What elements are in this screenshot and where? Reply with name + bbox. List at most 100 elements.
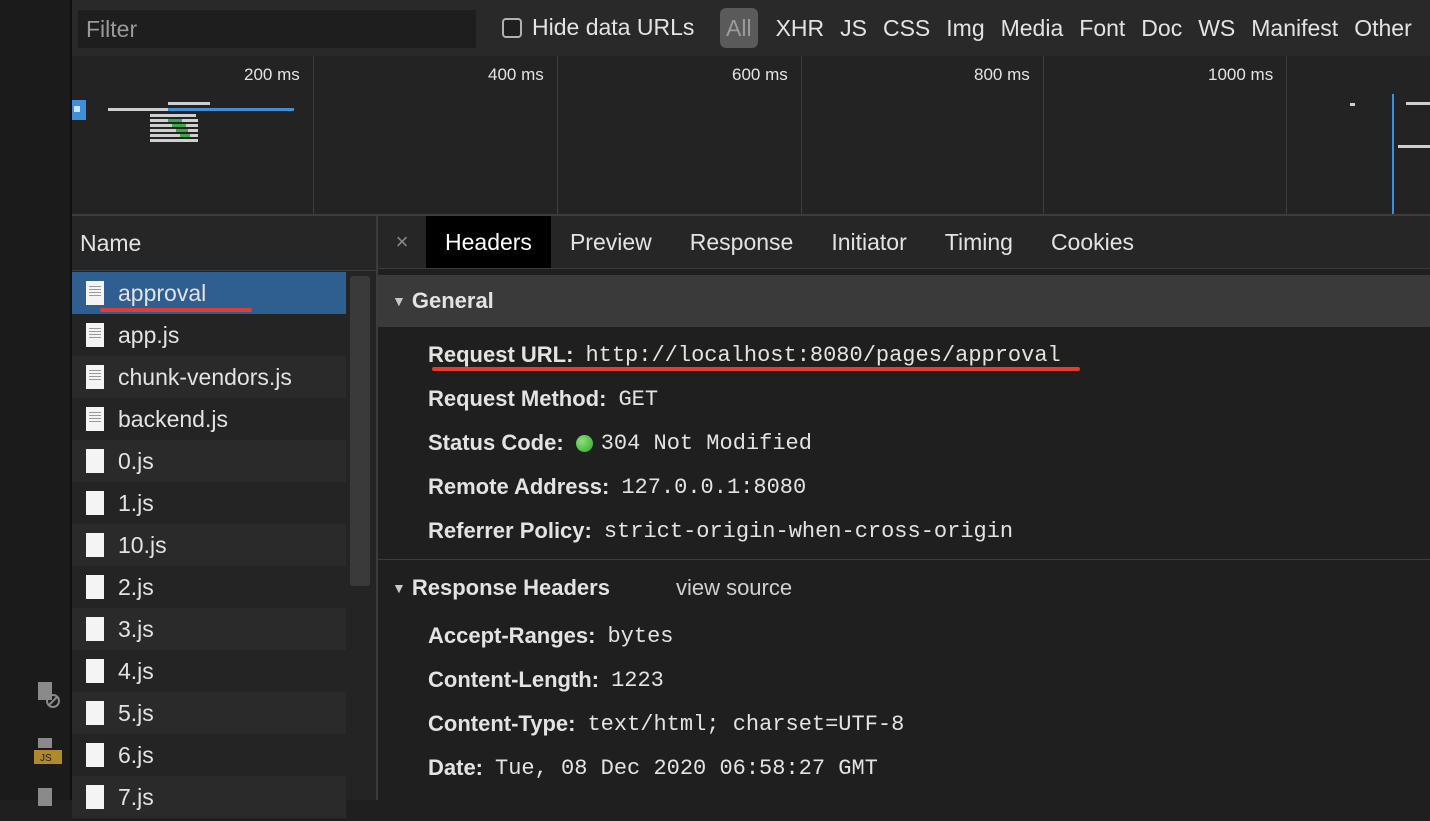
tick-label: 600 ms [732, 65, 788, 84]
filter-media[interactable]: Media [993, 8, 1072, 48]
request-row[interactable]: 0.js [72, 440, 346, 482]
hide-data-urls-checkbox[interactable] [502, 17, 522, 38]
waterfall-bar [150, 139, 198, 142]
waterfall-bar [1406, 102, 1430, 105]
response-headers-title: Response Headers [411, 575, 610, 600]
request-row[interactable]: 2.js [72, 566, 346, 608]
request-row[interactable]: 4.js [72, 650, 346, 692]
referrer-policy-row: Referrer Policy: strict-origin-when-cros… [378, 509, 1430, 553]
filter-ws[interactable]: WS [1190, 8, 1243, 48]
waterfall-bar [168, 108, 294, 111]
details-tabs: × Headers Preview Response Initiator Tim… [378, 216, 1430, 269]
blocked-file-icon[interactable] [34, 680, 62, 710]
timeline-overview[interactable]: 200 ms 400 ms 600 ms 800 ms 1000 ms [72, 56, 1430, 216]
file-icon [86, 449, 104, 473]
waterfall-bar [1398, 145, 1430, 148]
header-key: Date: [428, 755, 484, 780]
request-name: 6.js [118, 741, 154, 768]
annotation-underline [432, 367, 1080, 371]
filter-other[interactable]: Other [1346, 8, 1420, 48]
tab-preview[interactable]: Preview [551, 216, 671, 268]
request-method-key: Request Method: [428, 386, 607, 411]
resource-type-filters: All XHR JS CSS Img Media Font Doc WS Man… [720, 8, 1420, 48]
file-icon [86, 743, 104, 767]
file-icon [86, 785, 104, 809]
request-row[interactable]: 1.js [72, 482, 346, 524]
request-row[interactable]: 5.js [72, 692, 346, 734]
general-section-header[interactable]: ▼ General [378, 275, 1430, 327]
request-url-key: Request URL: [428, 342, 574, 367]
request-list-scrollbar[interactable] [348, 272, 372, 800]
response-headers-section-header[interactable]: ▼ Response Headers view source [378, 562, 1430, 614]
request-name: 10.js [118, 531, 167, 558]
request-name: backend.js [118, 405, 228, 432]
document-icon [86, 365, 104, 389]
close-icon[interactable]: × [378, 216, 426, 268]
waterfall-bar [180, 134, 190, 137]
request-name: 0.js [118, 447, 154, 474]
filter-manifest[interactable]: Manifest [1243, 8, 1346, 48]
js-file-icon[interactable]: JS [34, 736, 62, 766]
triangle-down-icon: ▼ [392, 293, 406, 309]
referrer-policy-key: Referrer Policy: [428, 518, 592, 543]
request-row[interactable]: 3.js [72, 608, 346, 650]
tab-timing[interactable]: Timing [926, 216, 1032, 268]
triangle-down-icon: ▼ [392, 580, 406, 596]
tab-response[interactable]: Response [671, 216, 813, 268]
file-icon [86, 533, 104, 557]
section-divider [378, 559, 1430, 560]
hide-data-urls-toggle[interactable]: Hide data URLs [502, 14, 694, 41]
waterfall-bar [172, 124, 186, 127]
request-row[interactable]: 10.js [72, 524, 346, 566]
header-value: 1223 [611, 667, 664, 693]
tab-headers[interactable]: Headers [426, 216, 551, 268]
file-icon [86, 575, 104, 599]
filter-css[interactable]: CSS [875, 8, 938, 48]
referrer-policy-value: strict-origin-when-cross-origin [603, 518, 1014, 544]
request-name: 7.js [118, 783, 154, 810]
filter-doc[interactable]: Doc [1133, 8, 1190, 48]
tab-cookies[interactable]: Cookies [1032, 216, 1153, 268]
file-icon [86, 491, 104, 515]
response-header-row: Content-Length: 1223 [378, 658, 1430, 702]
request-name: app.js [118, 321, 180, 348]
view-source-link[interactable]: view source [676, 562, 792, 614]
request-details-panel: × Headers Preview Response Initiator Tim… [378, 216, 1430, 800]
filter-input[interactable] [78, 10, 476, 48]
tick-line [557, 56, 558, 214]
remote-address-key: Remote Address: [428, 474, 610, 499]
request-name: 4.js [118, 657, 154, 684]
header-key: Content-Length: [428, 667, 600, 692]
request-name: 2.js [118, 573, 154, 600]
header-value: Tue, 08 Dec 2020 06:58:27 GMT [495, 755, 878, 781]
filter-all[interactable]: All [720, 8, 758, 48]
request-row[interactable]: backend.js [72, 398, 346, 440]
request-name: approval [118, 279, 207, 306]
request-row[interactable]: chunk-vendors.js [72, 356, 346, 398]
tick-line [1043, 56, 1044, 214]
status-ok-icon [575, 434, 593, 452]
request-row[interactable]: 7.js [72, 776, 346, 818]
tick-label: 800 ms [974, 65, 1030, 84]
request-row[interactable]: 6.js [72, 734, 346, 776]
waterfall-bar [1350, 103, 1355, 106]
header-value: bytes [607, 623, 674, 649]
request-name: 5.js [118, 699, 154, 726]
filter-font[interactable]: Font [1071, 8, 1133, 48]
tick-line [1286, 56, 1287, 214]
request-list: Name approval app.js chunk-vendors.js ba… [72, 216, 378, 818]
request-row[interactable]: app.js [72, 314, 346, 356]
tick-label: 400 ms [488, 65, 544, 84]
name-column-header[interactable]: Name [72, 216, 376, 271]
filter-xhr[interactable]: XHR [768, 8, 833, 48]
filter-js[interactable]: JS [832, 8, 875, 48]
scrollbar-thumb[interactable] [350, 276, 370, 586]
tab-initiator[interactable]: Initiator [812, 216, 925, 268]
tick-line [313, 56, 314, 214]
status-code-row: Status Code: 304 Not Modified [378, 421, 1430, 465]
waterfall-bar [168, 119, 182, 122]
annotation-underline [100, 308, 252, 312]
filter-img[interactable]: Img [938, 8, 992, 48]
document-icon [86, 407, 104, 431]
file-icon[interactable] [34, 786, 62, 816]
